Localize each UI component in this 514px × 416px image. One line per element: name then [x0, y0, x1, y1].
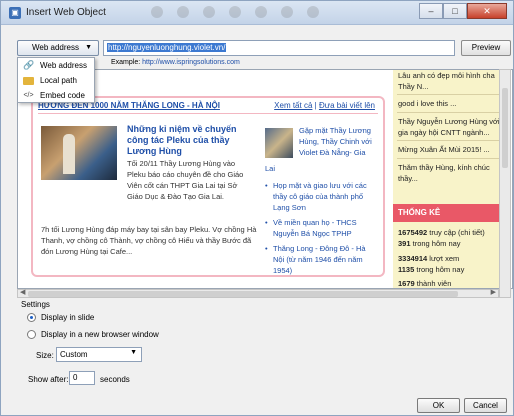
divider	[397, 112, 499, 113]
stat-row: 391 trong hôm nay	[398, 239, 461, 248]
background-toolbar-ghost	[151, 6, 341, 20]
view-all-link[interactable]: Xem tất cả	[274, 101, 312, 110]
article-photo[interactable]	[41, 126, 117, 180]
address-type-dropdown[interactable]: Web address ▼	[17, 40, 99, 56]
divider	[397, 140, 499, 141]
insert-web-object-dialog: ▣ Insert Web Object – □ ✕ Web address ▼ …	[0, 0, 514, 416]
scroll-thumb[interactable]	[28, 291, 458, 297]
related-links: Họp mặt và giao lưu với các thầy cô giáo…	[265, 180, 377, 280]
radio-icon[interactable]	[27, 330, 36, 339]
title-bar: ▣ Insert Web Object – □ ✕	[1, 1, 513, 25]
stat-row: 1135 trong hôm nay	[398, 265, 464, 274]
folder-icon	[23, 77, 34, 85]
scroll-left-icon[interactable]: ◀	[20, 288, 25, 296]
radio-selected-icon[interactable]	[27, 313, 36, 322]
display-in-slide-option[interactable]: Display in slide	[27, 313, 94, 322]
url-value: http://nguyenluonghung.violet.vn/	[107, 43, 227, 52]
address-type-label: Web address	[32, 43, 79, 52]
seconds-label: seconds	[100, 375, 130, 384]
divider	[397, 158, 499, 159]
stat-row: 3334914 lượt xem	[398, 254, 459, 263]
option-label: Display in a new browser window	[41, 330, 159, 339]
stat-text: trong hôm nay	[412, 239, 461, 248]
side-article-photo[interactable]	[265, 128, 293, 158]
size-value: Custom	[60, 350, 88, 359]
maximize-button[interactable]: □	[443, 3, 467, 19]
article-body: Tối 20/11 Thầy Lương Hùng vào Pleku báo …	[127, 159, 244, 201]
option-label: Display in slide	[41, 313, 95, 322]
address-type-menu: 🔗 Web address Local path </> Embed code	[17, 57, 95, 103]
chevron-down-icon: ▼	[130, 349, 137, 356]
stat-row: 1679 thành viên	[398, 279, 451, 288]
size-select[interactable]: Custom ▼	[56, 347, 142, 362]
close-button[interactable]: ✕	[467, 3, 507, 19]
menu-item-label: Web address	[40, 61, 87, 70]
code-icon: </>	[23, 92, 34, 99]
horizontal-scrollbar[interactable]: ◀ ▶	[17, 289, 499, 298]
vertical-scrollbar[interactable]	[499, 69, 511, 298]
stat-text: lượt xem	[429, 254, 460, 263]
stat-text: trong hôm nay	[416, 265, 465, 274]
stat-row: 1675492 truy cập (chi tiết)	[398, 228, 485, 237]
menu-item-local-path[interactable]: Local path	[18, 73, 94, 88]
cancel-button[interactable]: Cancel	[464, 398, 507, 413]
side-article-title[interactable]: Gặp mặt Thầy Lương Hùng, Thầy Chinh với …	[299, 125, 379, 158]
url-example: Example: http://www.ispringsolutions.com	[111, 59, 240, 66]
menu-item-label: Embed code	[40, 91, 85, 100]
message-item[interactable]: Thầy N...	[398, 81, 502, 92]
message-item[interactable]: Mừng Xuân Ất Mùi 2015! ...	[398, 144, 502, 155]
app-icon: ▣	[9, 7, 21, 19]
example-prefix: Example:	[111, 59, 141, 66]
stat-number: 1135	[398, 265, 415, 274]
menu-item-embed-code[interactable]: </> Embed code	[18, 88, 94, 103]
stat-text: thành viên	[416, 279, 452, 288]
settings-title: Settings	[21, 300, 50, 309]
divider	[397, 94, 499, 95]
show-after-input[interactable]: 0	[69, 371, 95, 385]
related-link[interactable]: Về miền quan họ - THCS Nguyễn Bá Ngọc TP…	[265, 217, 377, 239]
message-item[interactable]: Thầy Nguyễn Lương Hùng với gia ngày hội …	[398, 116, 502, 138]
url-input[interactable]: http://nguyenluonghung.violet.vn/	[103, 40, 455, 56]
article-title[interactable]: Những kỉ niệm về chuyến công tác Pleku c…	[127, 124, 247, 157]
post-article-link[interactable]: Đưa bài viết lên	[319, 101, 375, 110]
side-article-title-end[interactable]: Lai	[265, 164, 275, 173]
stat-number: 3334914	[398, 254, 428, 263]
menu-item-label: Local path	[40, 76, 77, 85]
scroll-right-icon[interactable]: ▶	[491, 288, 496, 296]
scroll-thumb[interactable]	[502, 88, 508, 168]
divider	[38, 113, 378, 114]
stat-number: 1675492	[398, 228, 428, 237]
link-icon: 🔗	[23, 60, 35, 70]
related-link[interactable]: Thăng Long - Đông Đô - Hà Nội (từ năm 19…	[265, 243, 377, 276]
stat-number: 391	[398, 239, 411, 248]
ok-button[interactable]: OK	[417, 398, 460, 413]
section-links: Xem tất cả | Đưa bài viết lên	[274, 101, 375, 110]
message-item[interactable]: Lâu anh có đẹp môi hình cha	[398, 70, 502, 81]
display-in-browser-option[interactable]: Display in a new browser window	[27, 330, 159, 339]
message-item[interactable]: Thăm thầy Hùng, kính chúc thầy...	[398, 162, 502, 184]
stat-number: 1679	[398, 279, 415, 288]
stats-header: THỐNG KÊ	[393, 204, 503, 222]
show-after-label: Show after:	[28, 375, 69, 384]
right-sidebar: Lâu anh có đẹp môi hình cha Thầy N... go…	[393, 70, 503, 288]
minimize-button[interactable]: –	[419, 3, 443, 19]
chevron-down-icon: ▼	[85, 44, 92, 51]
preview-button[interactable]: Preview	[461, 40, 511, 56]
window-title: Insert Web Object	[26, 7, 106, 18]
related-link[interactable]: Họp mặt và giao lưu với các thầy cô giáo…	[265, 180, 377, 213]
menu-item-web-address[interactable]: 🔗 Web address	[18, 58, 94, 73]
size-label: Size:	[36, 351, 54, 360]
article-body-continued: 7h tối Lương Hùng đáp máy bay tại sân ba…	[41, 225, 257, 256]
example-url: http://www.ispringsolutions.com	[142, 59, 240, 66]
stat-text[interactable]: truy cập (chi tiết)	[429, 228, 484, 237]
message-item[interactable]: good i love this ...	[398, 98, 502, 109]
news-section: HƯỚNG ĐẾN 1000 NĂM THĂNG LONG - HÀ NỘI X…	[31, 96, 385, 277]
